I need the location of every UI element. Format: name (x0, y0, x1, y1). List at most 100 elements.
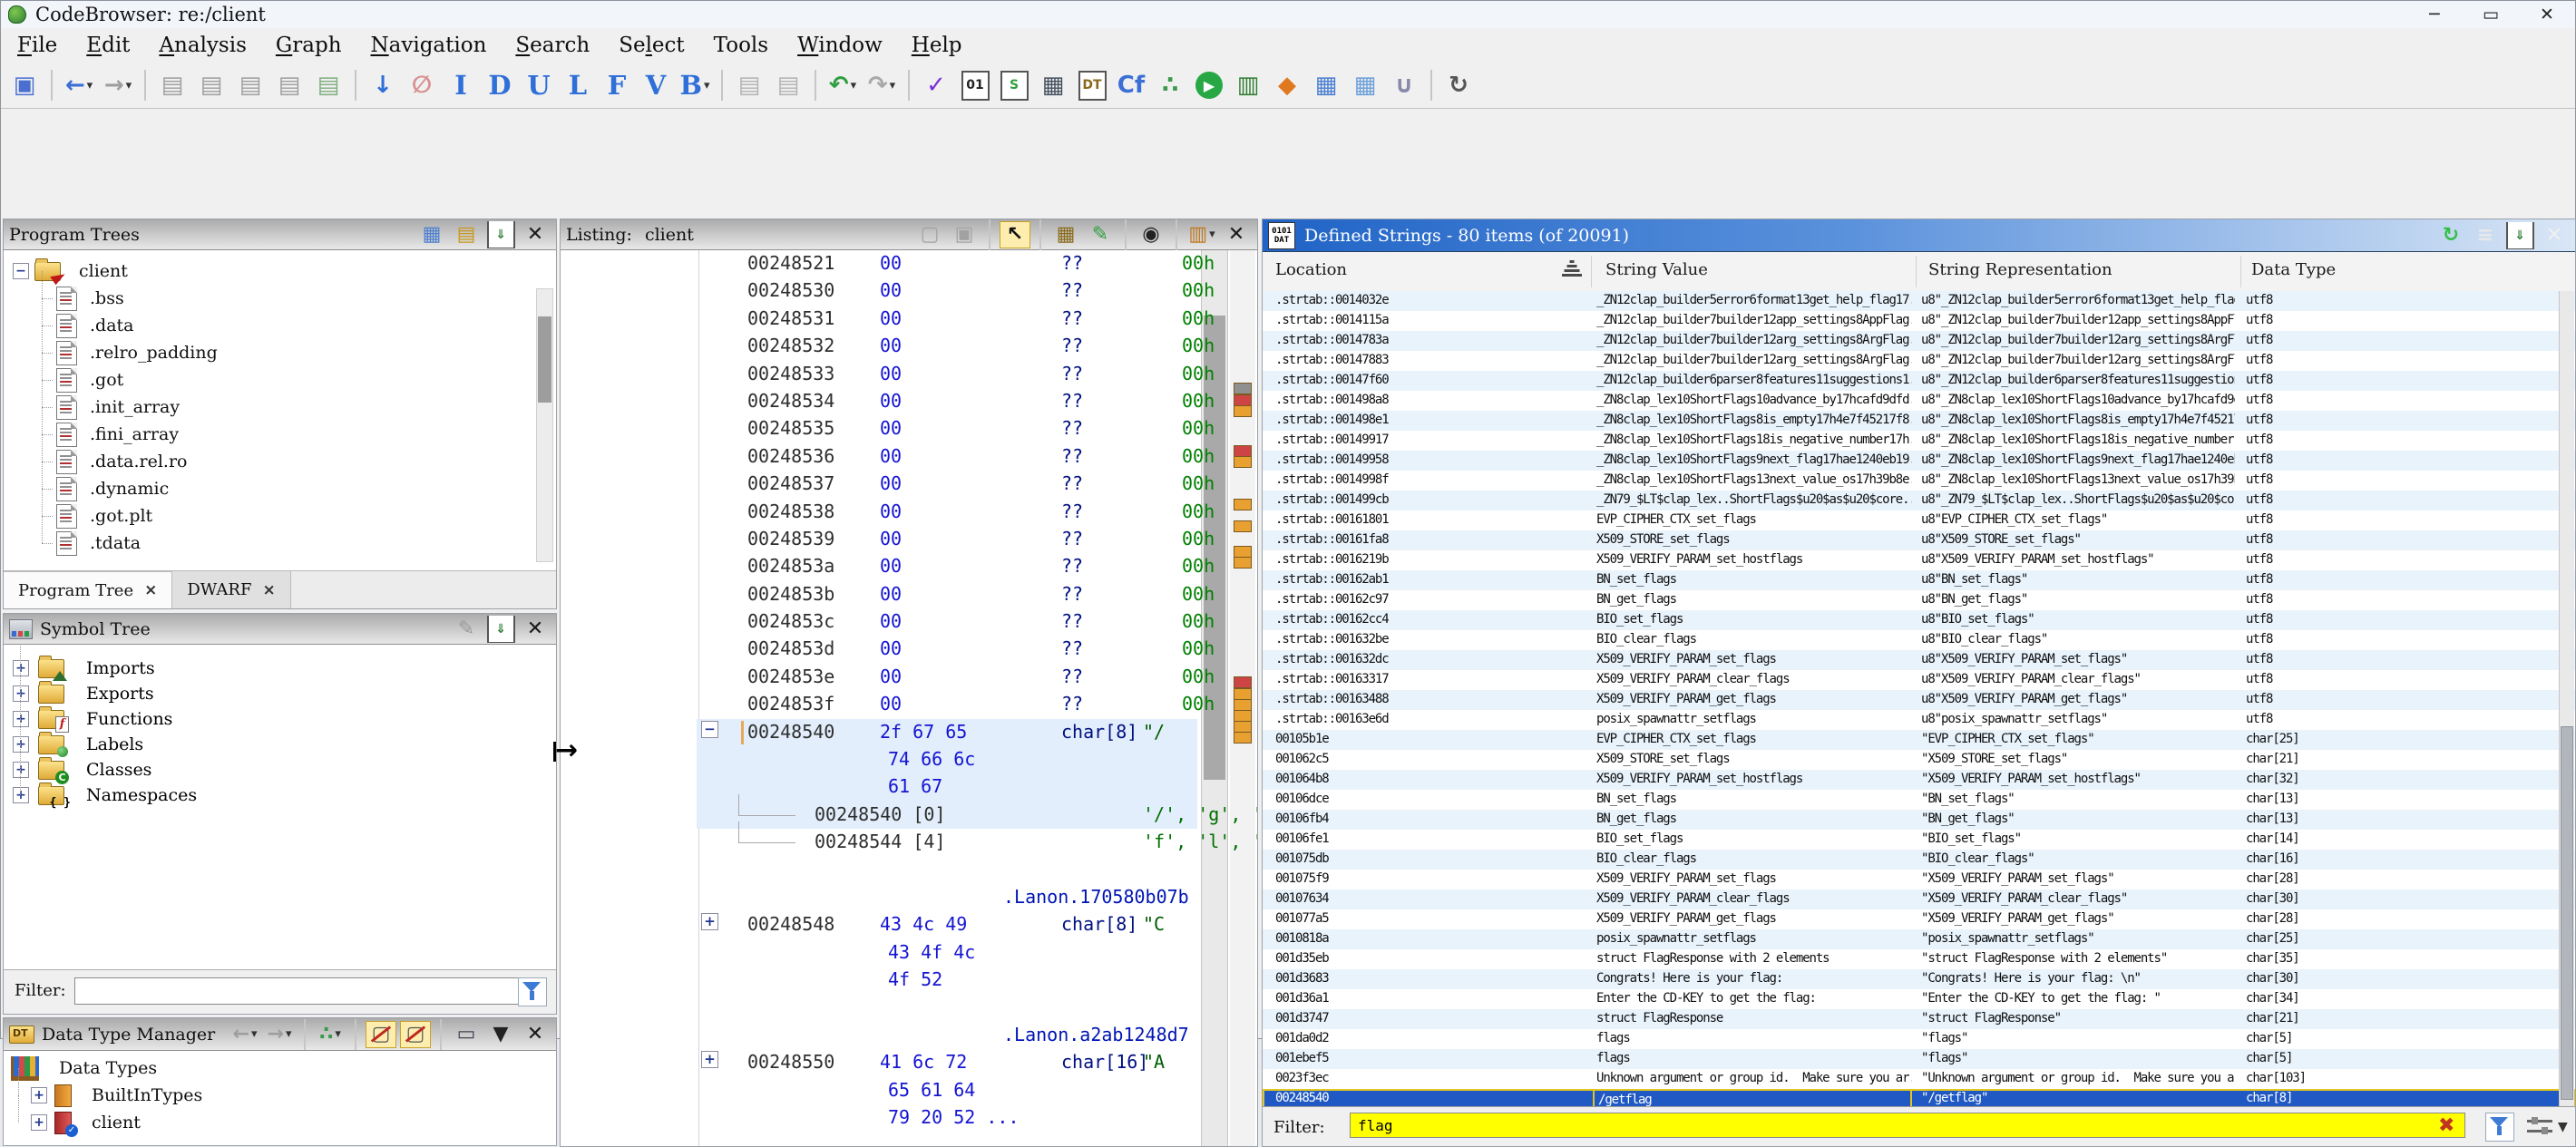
listing-line[interactable]: 0024853200??00h (561, 333, 1257, 360)
data-type-manager-icon[interactable]: DT▾ (1074, 67, 1110, 103)
table-row[interactable]: .strtab::00162cc4BIO_set_flagsu8"BIO_set… (1263, 610, 2575, 630)
collapse-icon[interactable]: + (701, 1051, 718, 1068)
open-folder-icon[interactable]: ▤▾ (451, 221, 482, 248)
table-row[interactable]: 001062c5X509_STORE_set_flags"X509_STORE_… (1263, 750, 2575, 770)
table-row[interactable]: 001da0d2flags"flags"char[5] (1263, 1029, 2575, 1049)
menu-item[interactable]: Analysis (144, 34, 260, 57)
table-row[interactable]: .strtab::0016219bX509_VERIFY_PARAM_set_h… (1263, 550, 2575, 570)
tree-item-data-types[interactable]: Data Types (4, 1055, 556, 1082)
script-manager-icon[interactable]: S▾ (996, 67, 1032, 103)
menu-item[interactable]: Window (783, 34, 897, 57)
table-row[interactable]: 00106fe1BIO_set_flags"BIO_set_flags"char… (1263, 830, 2575, 850)
menu-item[interactable]: Select (604, 34, 698, 57)
tree-item-section[interactable]: .got (4, 366, 556, 394)
column-header-location[interactable]: Location (1275, 260, 1347, 279)
data-byte-icon[interactable]: B▾ (677, 67, 713, 103)
paste-icon[interactable]: ▣▾ (949, 221, 980, 248)
listing-line[interactable]: 0024853700??00h (561, 471, 1257, 498)
tree-item-labels[interactable]: +Labels (4, 732, 556, 757)
clear-filter-icon[interactable]: ✖ (2438, 1116, 2454, 1136)
import-tree-icon[interactable]: ⇓▾ (485, 221, 516, 248)
tree-item-namespaces[interactable]: +Namespaces (4, 782, 556, 808)
listing-line[interactable]: +0024855041 6c 72char[16]"A (561, 1049, 1257, 1076)
validate-icon[interactable]: ✓▾ (918, 67, 954, 103)
close-icon[interactable]: ✕▾ (520, 221, 551, 248)
table-row[interactable]: 00106fb4BN_get_flags"BN_get_flags"char[1… (1263, 810, 2575, 830)
table-row[interactable]: .strtab::00163e6dposix_spawnattr_setflag… (1263, 710, 2575, 730)
table-row[interactable]: .strtab::00149917_ZN8clap_lex10ShortFlag… (1263, 431, 2575, 451)
bookmark-marker-icon[interactable] (1234, 520, 1252, 532)
dtm-header[interactable]: Data Type Manager ←▾→▾▾∴▾▾▢▾▢▾▾▭▾▼▾✕▾ (4, 1018, 556, 1051)
listing-line[interactable]: .Lanon.a2ab1248d7 (561, 1022, 1257, 1049)
tree-item-section[interactable]: .init_array (4, 394, 556, 421)
menu-item[interactable]: Graph (261, 34, 356, 57)
run-script-icon[interactable]: ▶▾ (1191, 67, 1227, 103)
table-row[interactable]: .strtab::00163317X509_VERIFY_PARAM_clear… (1263, 670, 2575, 690)
menu-item[interactable]: File (3, 34, 72, 57)
redo-icon[interactable]: ↷▾ (864, 67, 900, 103)
minimize-button[interactable]: ─ (2406, 1, 2463, 28)
import-icon[interactable]: ⇓▾ (485, 616, 516, 643)
listing-line[interactable]: 0024853400??00h (561, 388, 1257, 415)
menu-item[interactable]: Help (897, 34, 977, 57)
tree-item-section[interactable]: .relro_padding (4, 339, 556, 366)
table-row[interactable]: .strtab::001632beBIO_clear_flagsu8"BIO_c… (1263, 630, 2575, 650)
expand-icon[interactable]: + (13, 711, 29, 727)
listing-line[interactable]: 0024853f00??00h (561, 691, 1257, 718)
snapshot-icon[interactable]: ▤▾ (310, 67, 346, 103)
undo-icon[interactable]: ↶▾ (825, 67, 861, 103)
function-compare-icon[interactable]: ∪▾ (1386, 67, 1422, 103)
column-header-data-type[interactable]: Data Type (2251, 260, 2336, 279)
table-row[interactable]: 0023f3ecUnknown argument or group id. Ma… (1263, 1069, 2575, 1089)
toolbar-button[interactable]: ▾ (51, 70, 53, 101)
listing-line[interactable]: 0024853600??00h (561, 443, 1257, 471)
listing-line[interactable]: 0024853800??00h (561, 499, 1257, 526)
close-icon[interactable]: ✕▾ (2539, 222, 2570, 249)
listing-line[interactable]: 65 61 64 (561, 1077, 1257, 1104)
tab-dwarf[interactable]: DWARF× (172, 571, 290, 608)
tree-item-section[interactable]: .data.rel.ro (4, 448, 556, 475)
forward-icon[interactable]: →▾ (100, 67, 136, 103)
tree-item-section[interactable]: .dynamic (4, 475, 556, 502)
listing-body[interactable]: 0024852100??00h0024853000??00h0024853100… (561, 250, 1257, 1146)
expand-icon[interactable]: + (13, 787, 29, 803)
panel-icon[interactable]: ▾ (1125, 219, 1127, 250)
toolbar-button[interactable]: ▾ (815, 70, 816, 101)
tree-item-section[interactable]: .data (4, 312, 556, 339)
symbol-filter-input[interactable] (74, 977, 532, 1005)
disable-edit-icon[interactable]: ▢▾ (400, 1021, 431, 1048)
table-row[interactable]: .strtab::00162ab1BN_set_flagsu8"BN_set_f… (1263, 570, 2575, 590)
listing-line[interactable]: 0024853b00??00h (561, 581, 1257, 608)
table-row[interactable]: .strtab::00162c97BN_get_flagsu8"BN_get_f… (1263, 590, 2575, 610)
associations-icon[interactable]: ∴▾ (315, 1021, 346, 1048)
listing-line[interactable]: 74 66 6c (561, 746, 1257, 773)
tree-item-imports[interactable]: +Imports (4, 656, 556, 681)
table-row[interactable]: .strtab::00147f60_ZN12clap_builder6parse… (1263, 371, 2575, 391)
table-row[interactable]: .strtab::00161fa8X509_STORE_set_flagsu8"… (1263, 530, 2575, 550)
disable-filter-icon[interactable]: ▢▾ (366, 1021, 396, 1048)
listing-line[interactable]: 61 67 (561, 773, 1257, 801)
listing-header[interactable]: Listing:client ▢▾▣▾▾↖▾▾▦▾✎▾▾◉▾▾▥▾✕▾ (561, 219, 1257, 250)
bookmark-marker-icon[interactable] (1234, 732, 1252, 744)
forward-icon[interactable]: →▾ (264, 1021, 295, 1048)
snapshot-camera-icon[interactable]: ◉▾ (1136, 221, 1166, 248)
create-fragment-icon[interactable]: ▤▾ (731, 67, 767, 103)
strings-scrollbar[interactable] (2559, 291, 2574, 1109)
toolbar-button[interactable]: ▾ (1430, 70, 1432, 101)
diamond-nav-icon[interactable]: ◆▾ (1269, 67, 1305, 103)
close-icon[interactable]: ✕▾ (520, 1021, 551, 1048)
table-row[interactable]: 001d3683Congrats! Here is your flag:"Con… (1263, 969, 2575, 989)
table-row[interactable]: 00105b1eEVP_CIPHER_CTX_set_flags"EVP_CIP… (1263, 730, 2575, 750)
toolbar-button[interactable]: ▾ (355, 70, 356, 101)
listing-line[interactable] (561, 995, 1257, 1022)
menu-caret-icon[interactable]: ▼▾ (485, 1021, 516, 1048)
expand-icon[interactable]: + (13, 762, 29, 778)
listing-line[interactable]: 43 4f 4c (561, 939, 1257, 967)
tree-item-client-types[interactable]: +✓client (4, 1109, 556, 1136)
listing-line[interactable]: 0024853300??00h (561, 361, 1257, 388)
expand-icon[interactable]: + (13, 660, 29, 676)
tree-item-builtintypes[interactable]: +BuiltInTypes (4, 1082, 556, 1109)
table-row[interactable]: 00106dceBN_set_flags"BN_set_flags"char[1… (1263, 790, 2575, 810)
menu-item[interactable]: Tools (699, 34, 783, 57)
tree-item-exports[interactable]: +Exports (4, 681, 556, 706)
